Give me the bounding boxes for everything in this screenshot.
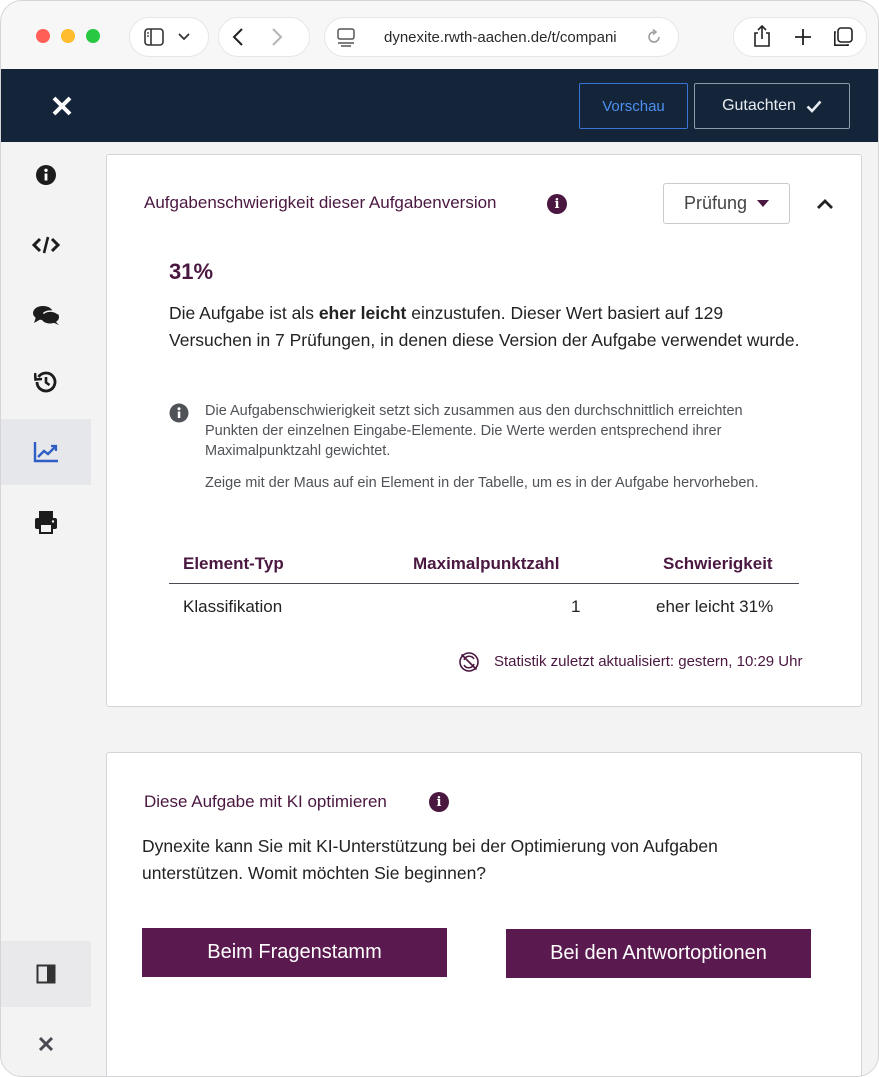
comments-icon — [33, 306, 59, 325]
info-icon — [36, 165, 56, 185]
chart-line-icon — [33, 442, 58, 463]
desc-text-1: Die Aufgabe ist als — [169, 303, 319, 323]
table-cell-difficulty: eher leicht 31% — [656, 597, 774, 616]
history-icon — [34, 371, 57, 393]
sidebar — [1, 142, 91, 1076]
table-divider — [169, 583, 799, 584]
optimize-options-button[interactable]: Bei den Antwortoptionen — [506, 929, 811, 978]
ai-description: Dynexite kann Sie mit KI-Unterstützung b… — [142, 836, 718, 883]
sidebar-item-code[interactable] — [1, 212, 91, 278]
close-icon[interactable] — [50, 94, 74, 118]
sidebar-icon — [144, 28, 164, 46]
browser-window: dynexite.rwth-aachen.de/t/compani Vorsch… — [0, 0, 879, 1077]
window-minimize-button[interactable] — [61, 29, 75, 43]
info-icon — [169, 403, 189, 423]
table-header-maxpoints: Maximalpunktzahl — [413, 554, 560, 573]
sidebar-item-history[interactable] — [1, 349, 91, 415]
optimize-options-label: Bei den Antwortoptionen — [550, 942, 767, 964]
stats-updated-text: Statistik zuletzt aktualisiert: gestern,… — [494, 653, 803, 670]
sidebar-item-statistics[interactable] — [1, 419, 91, 485]
panel-toggle-icon — [36, 964, 56, 984]
optimize-stem-button[interactable]: Beim Fragenstamm — [142, 928, 447, 977]
close-icon — [38, 1036, 54, 1052]
back-icon[interactable] — [232, 27, 244, 47]
scope-dropdown-label: Prüfung — [683, 193, 748, 213]
sidebar-item-close[interactable] — [1, 1011, 91, 1076]
window-zoom-button[interactable] — [86, 29, 100, 43]
sync-off-icon — [459, 652, 479, 672]
window-close-button[interactable] — [36, 29, 50, 43]
check-icon — [806, 100, 822, 113]
table-cell-type: Klassifikation — [183, 597, 283, 616]
reload-icon[interactable] — [646, 29, 662, 45]
preview-button[interactable]: Vorschau — [579, 83, 688, 129]
code-icon — [32, 236, 60, 254]
share-icon[interactable] — [753, 24, 771, 48]
difficulty-percent: 31% — [169, 259, 214, 284]
difficulty-title: Aufgabenschwierigkeit dieser Aufgabenver… — [144, 193, 497, 212]
preview-button-label: Vorschau — [602, 97, 665, 115]
desc-bold: eher leicht — [318, 303, 407, 323]
tabs-overview-icon[interactable] — [833, 27, 853, 47]
chevron-down-icon — [178, 33, 190, 41]
url-text: dynexite.rwth-aachen.de/t/compani — [384, 29, 617, 46]
sidebar-item-print[interactable] — [1, 489, 91, 555]
page-settings-icon[interactable] — [337, 27, 355, 47]
difficulty-note: Die Aufgabenschwierigkeit setzt sich zus… — [205, 403, 743, 459]
hover-hint: Zeige mit der Maus auf ein Element in de… — [205, 475, 759, 491]
sidebar-toggle-button[interactable] — [129, 17, 209, 57]
chevron-up-icon[interactable] — [816, 198, 834, 210]
table-header-difficulty: Schwierigkeit — [663, 554, 773, 573]
sidebar-item-info[interactable] — [1, 142, 91, 208]
browser-toolbar: dynexite.rwth-aachen.de/t/compani — [1, 1, 878, 69]
caret-down-icon — [757, 200, 770, 207]
info-icon[interactable]: i — [429, 792, 449, 812]
ai-title: Diese Aufgabe mit KI optimieren — [144, 792, 387, 811]
scope-dropdown[interactable]: Prüfung — [663, 183, 790, 224]
review-button[interactable]: Gutachten — [694, 83, 850, 129]
optimize-stem-label: Beim Fragenstamm — [207, 941, 382, 963]
review-button-label: Gutachten — [722, 97, 796, 114]
table-cell-maxpoints: 1 — [571, 597, 581, 616]
forward-icon[interactable] — [271, 27, 283, 47]
sidebar-item-panel-toggle[interactable] — [1, 941, 91, 1007]
table-header-type: Element-Typ — [183, 554, 284, 573]
sidebar-item-comments[interactable] — [1, 282, 91, 348]
new-tab-icon[interactable] — [794, 28, 812, 46]
difficulty-description: Die Aufgabe ist als eher leicht einzustu… — [169, 300, 809, 354]
info-icon[interactable]: i — [547, 194, 567, 214]
print-icon — [35, 511, 57, 534]
